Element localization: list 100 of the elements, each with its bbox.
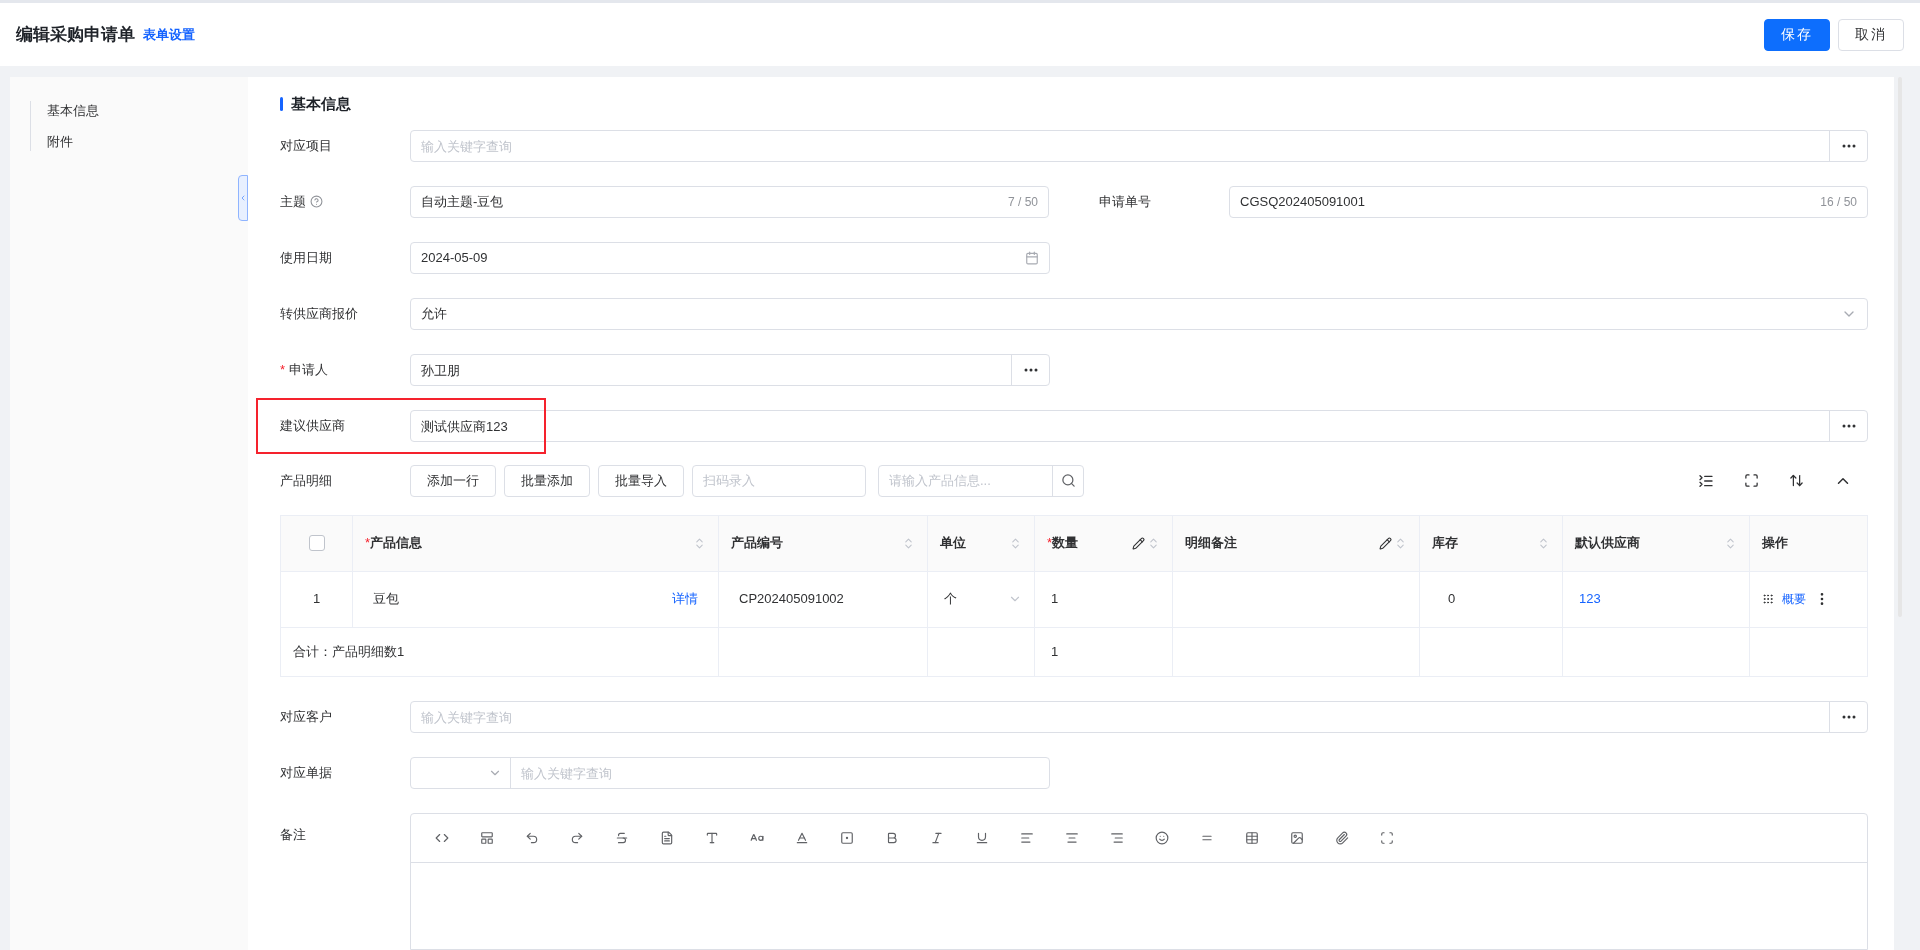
- field-label: 使用日期: [280, 248, 332, 267]
- column-header[interactable]: 操作: [1750, 515, 1868, 571]
- field-placeholder: 扫码录入: [703, 471, 755, 490]
- sidebar-item[interactable]: 基本信息: [47, 101, 248, 121]
- field-label: 主题: [280, 192, 306, 211]
- table-action-button[interactable]: 批量添加: [504, 464, 590, 497]
- font-color-icon[interactable]: [795, 830, 809, 845]
- ellipsis-icon: [1841, 143, 1856, 148]
- underline-icon[interactable]: [975, 830, 989, 845]
- sort-icon: [1394, 536, 1407, 550]
- table-cell-text: 豆包: [373, 590, 399, 609]
- column-header[interactable]: *产品信息: [353, 515, 719, 571]
- drag-handle-icon[interactable]: [1762, 593, 1774, 605]
- total-quantity: 1: [1051, 642, 1059, 661]
- lookup-field[interactable]: 孙卫朋: [410, 353, 1050, 386]
- select-all-checkbox[interactable]: [308, 535, 325, 551]
- field-label: 建议供应商: [280, 416, 345, 435]
- undo-icon[interactable]: [525, 830, 539, 845]
- text-field[interactable]: 自动主题-豆包 7 / 50: [410, 185, 1049, 218]
- field-value: 允许: [421, 304, 447, 323]
- align-center-icon[interactable]: [1065, 830, 1079, 845]
- summary-link[interactable]: 概要: [1782, 590, 1806, 608]
- search-icon: [1060, 473, 1076, 488]
- strikethrough-icon[interactable]: [615, 830, 629, 845]
- align-right-icon[interactable]: [1110, 830, 1124, 845]
- column-header[interactable]: 产品编号: [719, 515, 928, 571]
- calendar-icon: [1025, 250, 1039, 265]
- table-cell-text: 1: [1051, 590, 1059, 609]
- date-field[interactable]: 2024-05-09: [410, 241, 1050, 274]
- resize-icon[interactable]: [1789, 473, 1804, 488]
- field-value: 2024-05-09: [421, 248, 488, 267]
- column-title: 库存: [1432, 534, 1458, 553]
- column-title: 默认供应商: [1575, 534, 1640, 553]
- supplier-link[interactable]: 123: [1579, 589, 1601, 609]
- column-header[interactable]: 库存: [1420, 515, 1563, 571]
- char-counter: 16 / 50: [1820, 193, 1857, 211]
- fullscreen-icon[interactable]: [1744, 473, 1759, 488]
- sort-icon: [1724, 536, 1737, 550]
- field-placeholder: 输入关键字查询: [421, 138, 512, 154]
- italic-icon[interactable]: [930, 830, 944, 845]
- row-number: 1: [312, 590, 321, 609]
- required-mark: *: [365, 534, 371, 553]
- column-header[interactable]: 明细备注: [1173, 515, 1420, 571]
- row-height-icon[interactable]: [1698, 472, 1714, 489]
- text-field[interactable]: CGSQ202405091001 16 / 50: [1229, 185, 1868, 218]
- field-value: CGSQ202405091001: [1240, 192, 1366, 211]
- table-action-button[interactable]: 添加一行: [410, 464, 496, 497]
- emoji-icon[interactable]: [1155, 830, 1169, 845]
- column-header[interactable]: 单位: [928, 515, 1035, 571]
- table-action-button[interactable]: 批量导入: [598, 464, 684, 497]
- field-placeholder: 请输入产品信息...: [888, 471, 992, 490]
- align-left-icon[interactable]: [1020, 830, 1034, 845]
- cancel-button[interactable]: 取消: [1838, 18, 1904, 51]
- required-mark: *: [280, 360, 286, 379]
- attachment-icon[interactable]: [1335, 830, 1349, 845]
- field-value: 自动主题-豆包: [421, 192, 504, 211]
- image-icon[interactable]: [1290, 830, 1304, 845]
- field-placeholder: 输入关键字查询: [521, 765, 612, 781]
- save-button[interactable]: 保存: [1764, 18, 1830, 51]
- form-settings-link[interactable]: 表单设置: [143, 24, 195, 45]
- field-label: 对应客户: [280, 707, 332, 726]
- field-label: 对应单据: [280, 763, 332, 782]
- fullscreen-icon[interactable]: [1380, 830, 1394, 845]
- products-label: 产品明细: [280, 471, 333, 490]
- column-header[interactable]: 默认供应商: [1563, 515, 1750, 571]
- redo-icon[interactable]: [570, 830, 584, 845]
- field-placeholder: 输入关键字查询: [421, 709, 512, 725]
- table-cell-text: 0: [1448, 590, 1456, 609]
- layout-icon[interactable]: [480, 830, 494, 845]
- field-label: 转供应商报价: [280, 304, 358, 323]
- field-label: 申请单号: [1099, 192, 1151, 211]
- highlight-icon[interactable]: [840, 830, 854, 845]
- edit-icon[interactable]: [1379, 536, 1392, 550]
- field-value: 测试供应商123: [421, 418, 508, 434]
- bold-icon[interactable]: [885, 830, 899, 845]
- field-value: 孙卫朋: [421, 362, 460, 378]
- column-title: 产品信息: [370, 534, 423, 553]
- field-label: 备注: [280, 825, 307, 844]
- ellipsis-icon: [1841, 714, 1856, 719]
- sort-icon: [1147, 536, 1160, 550]
- column-header[interactable]: *数量: [1035, 515, 1173, 571]
- required-mark: *: [1047, 534, 1053, 553]
- table-cell-text: CP202405091002: [739, 590, 844, 609]
- column-title: 数量: [1052, 534, 1079, 553]
- sort-icon: [902, 536, 915, 550]
- select-field[interactable]: 允许: [410, 297, 1868, 330]
- char-counter: 7 / 50: [1007, 193, 1038, 211]
- column-title: 明细备注: [1185, 534, 1237, 553]
- sidebar-item[interactable]: 附件: [47, 131, 248, 151]
- detail-link[interactable]: 详情: [672, 589, 706, 609]
- total-label: 合计：产品明细数1: [293, 642, 405, 661]
- table-icon[interactable]: [1245, 830, 1259, 845]
- section-marker: [280, 97, 283, 112]
- edit-icon[interactable]: [1132, 536, 1145, 550]
- sort-icon: [693, 536, 706, 550]
- column-title: 操作: [1762, 534, 1788, 553]
- text-icon[interactable]: [705, 830, 719, 845]
- section-title: 基本信息: [291, 94, 351, 114]
- lookup-field[interactable]: 测试供应商123: [410, 409, 1868, 442]
- document-icon[interactable]: [660, 830, 674, 845]
